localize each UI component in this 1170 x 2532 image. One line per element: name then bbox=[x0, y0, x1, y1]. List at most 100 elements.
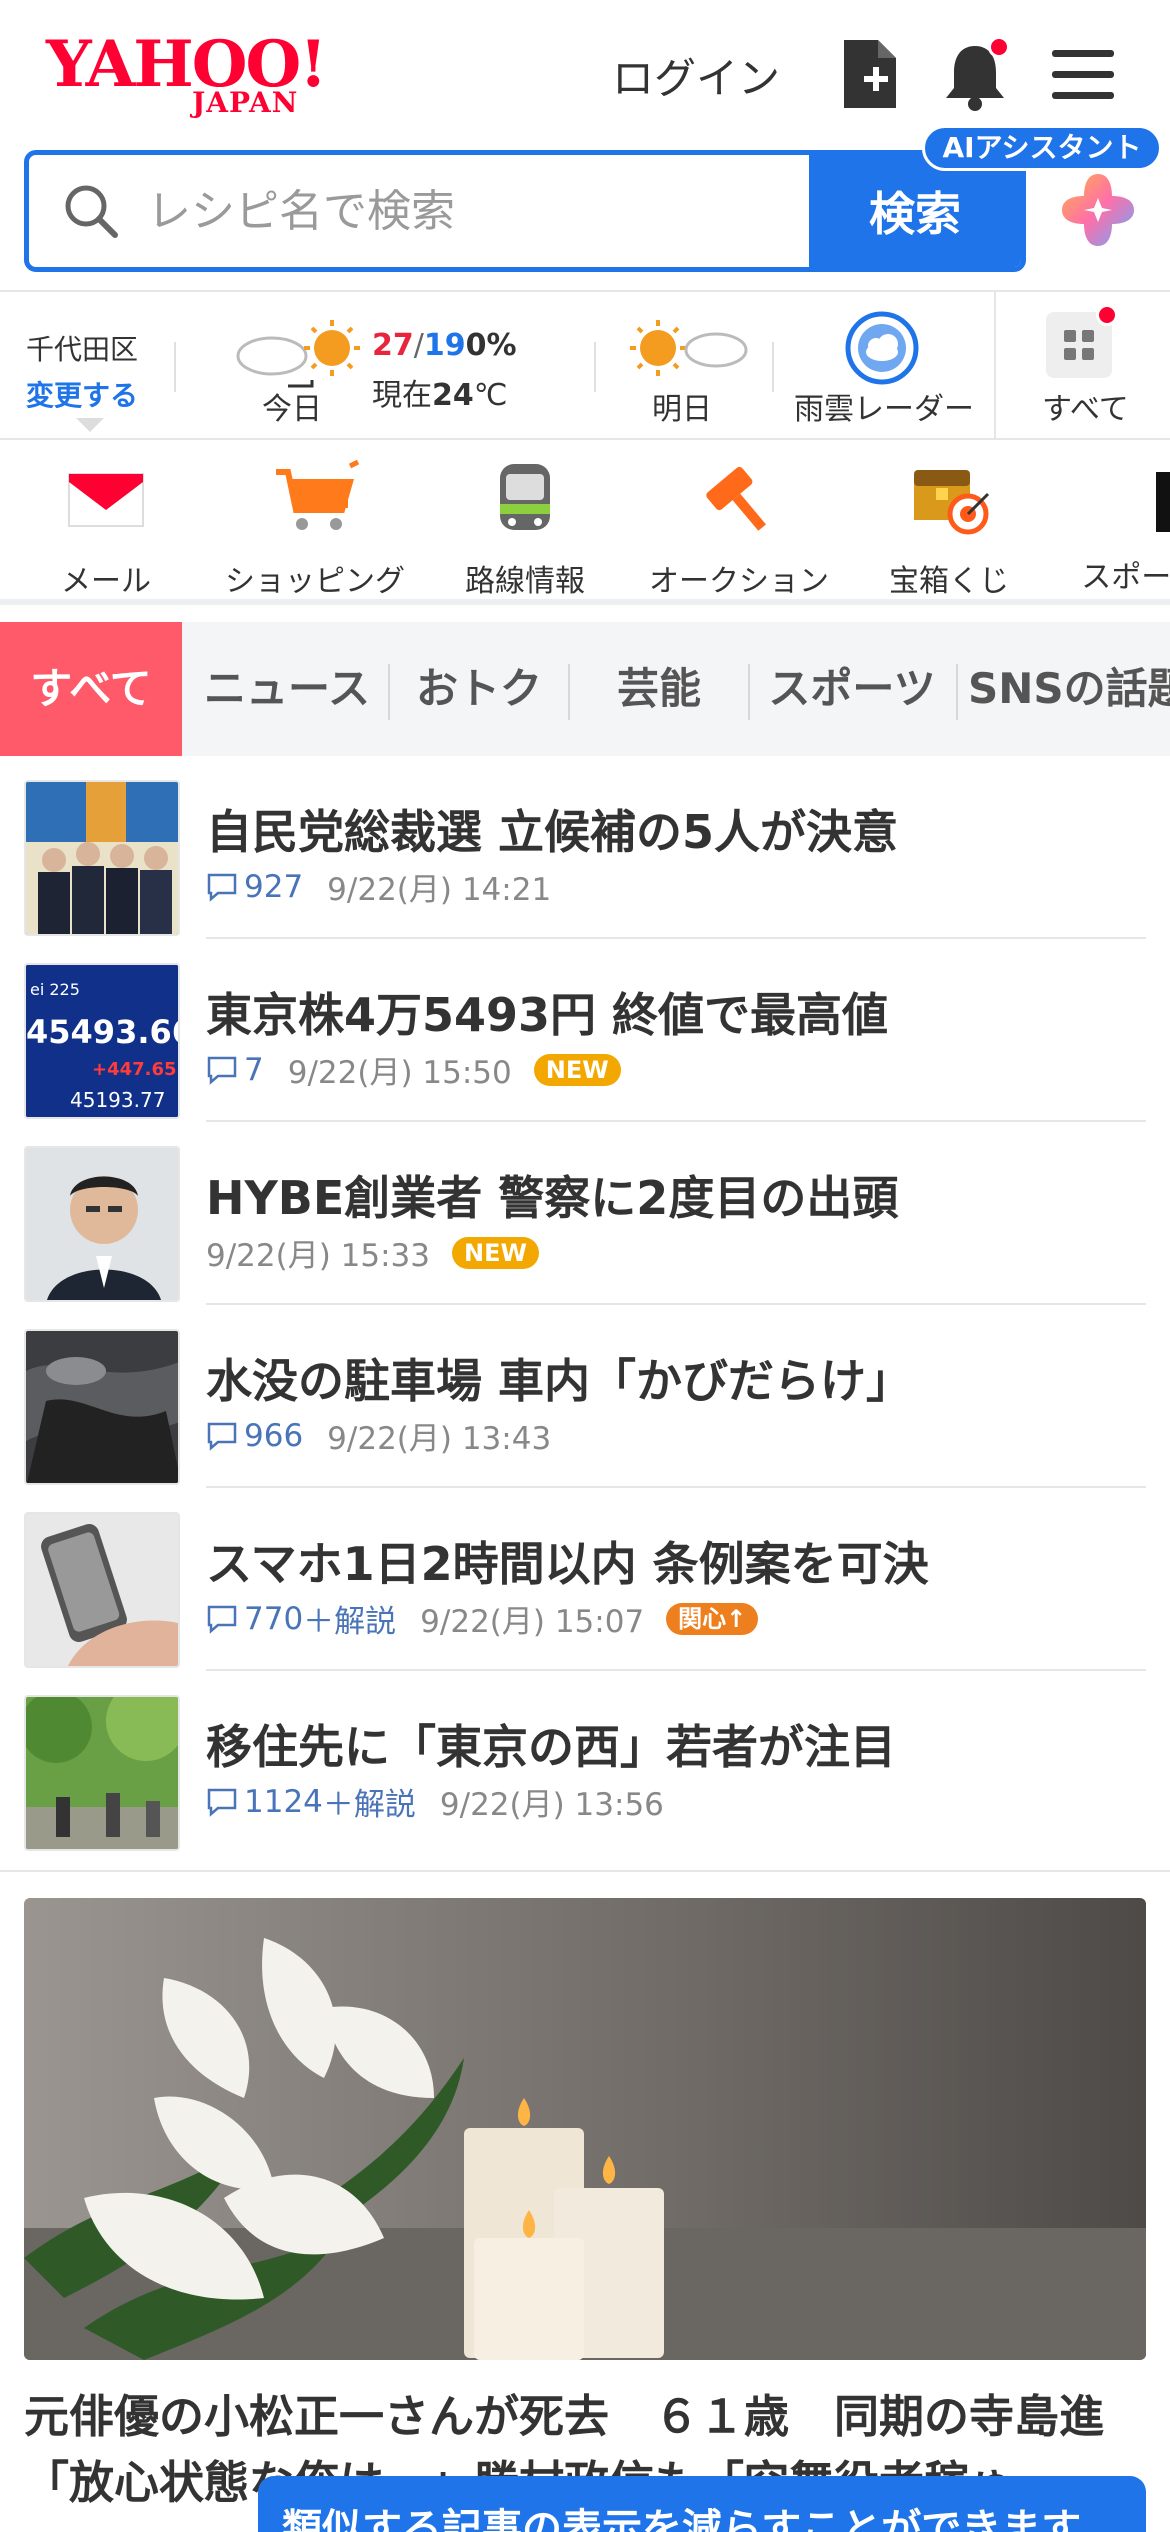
tab-divider bbox=[568, 664, 570, 720]
tab-divider bbox=[956, 664, 958, 720]
news-title[interactable]: スマホ1日2時間以内 条例案を可決 bbox=[206, 1528, 929, 1594]
login-link[interactable]: ログイン bbox=[612, 45, 780, 106]
temp-slash: / bbox=[413, 328, 424, 363]
news-time: 9/22(月) 15:07 bbox=[420, 1604, 645, 1640]
news-item[interactable]: 水没の駐車場 車内「かびだらけ」 966 9/22(月) 13:43 bbox=[0, 1305, 1170, 1488]
yahoo-japan-logo[interactable]: YAHOO! JAPAN bbox=[46, 30, 366, 120]
new-badge: NEW bbox=[533, 1053, 621, 1086]
news-time: 9/22(月) 14:21 bbox=[327, 872, 552, 908]
divider bbox=[772, 342, 774, 392]
tab-sns[interactable]: SNSの話題 bbox=[968, 622, 1170, 756]
current-temp: 現在24℃ bbox=[372, 370, 507, 414]
news-title[interactable]: 水没の駐車場 車内「かびだらけ」 bbox=[206, 1345, 912, 1411]
search-box: 検索 bbox=[24, 150, 1026, 272]
news-item[interactable]: スマホ1日2時間以内 条例案を可決 770 ＋解説 9/22(月) 15:07 … bbox=[0, 1488, 1170, 1671]
service-transit[interactable]: 路線情報 bbox=[460, 460, 590, 599]
notification-dot bbox=[988, 36, 1010, 58]
news-thumbnail bbox=[24, 1695, 180, 1851]
tab-divider bbox=[748, 664, 750, 720]
service-shopping[interactable]: ショッピング bbox=[222, 459, 408, 599]
news-item[interactable]: HYBE創業者 警察に2度目の出頭 9/22(月) 15:33 NEW bbox=[0, 1122, 1170, 1305]
tomorrow-label: 明日 bbox=[652, 392, 712, 427]
cloudy-sunny-icon bbox=[236, 320, 360, 388]
logo-sub-text: JAPAN bbox=[192, 86, 299, 119]
now-temp-unit: ℃ bbox=[473, 378, 508, 413]
comment-count[interactable]: 770 ＋解説 bbox=[206, 1596, 396, 1641]
hamburger-menu-icon[interactable] bbox=[1050, 36, 1120, 112]
explanation-link[interactable]: ＋解説 bbox=[303, 1596, 396, 1641]
comment-icon bbox=[207, 1605, 237, 1634]
bell-icon[interactable] bbox=[940, 36, 1010, 112]
auction-hammer-icon bbox=[706, 466, 766, 531]
news-meta: 9/22(月) 15:33 NEW bbox=[206, 1230, 539, 1275]
new-badge: NEW bbox=[452, 1236, 539, 1269]
interest-rising-badge: 関心↑ bbox=[666, 1602, 759, 1635]
news-title[interactable]: HYBE創業者 警察に2度目の出頭 bbox=[206, 1162, 898, 1228]
comment-icon bbox=[207, 1056, 237, 1085]
location-name: 千代田区 bbox=[26, 333, 139, 366]
service-sports[interactable]: スポーツ bbox=[1066, 460, 1170, 596]
service-auction[interactable]: オークション bbox=[646, 460, 832, 599]
high-temp: 27 bbox=[372, 328, 414, 363]
service-label: オークション bbox=[649, 564, 829, 599]
news-meta: 770 ＋解説 9/22(月) 15:07 関心↑ bbox=[206, 1596, 759, 1641]
comment-count-value: 7 bbox=[244, 1051, 264, 1088]
shopping-cart-icon bbox=[276, 459, 360, 530]
treasure-box-icon bbox=[914, 470, 990, 535]
news-thumbnail bbox=[24, 780, 180, 936]
feature-image[interactable] bbox=[24, 1898, 1146, 2360]
feedback-toast[interactable]: 類似する記事の表示を減らすことができます bbox=[258, 2476, 1146, 2532]
today-temps[interactable]: 27/190% bbox=[372, 328, 517, 363]
divider bbox=[594, 342, 596, 392]
news-item[interactable]: ei 225 45493.66 +447.65 45193.77 東京株4万54… bbox=[0, 939, 1170, 1122]
explanation-link[interactable]: ＋解説 bbox=[323, 1779, 416, 1824]
today-label: 今日 bbox=[262, 392, 322, 427]
location-caret-icon bbox=[76, 418, 104, 432]
divider bbox=[174, 342, 176, 392]
ai-assistant-icon[interactable] bbox=[1056, 168, 1140, 252]
news-title[interactable]: 移住先に「東京の西」若者が注目 bbox=[206, 1711, 896, 1777]
all-services-button[interactable]: すべて bbox=[994, 292, 1170, 440]
news-title[interactable]: 東京株4万5493円 終値で最高値 bbox=[206, 979, 888, 1045]
comment-icon bbox=[207, 1788, 237, 1817]
rain-chance: 0% bbox=[465, 328, 517, 363]
stock-low: 45193.77 bbox=[70, 1088, 165, 1112]
mail-icon bbox=[68, 473, 144, 527]
comment-count[interactable]: 1124 ＋解説 bbox=[206, 1779, 416, 1824]
document-add-icon[interactable] bbox=[838, 36, 908, 112]
service-label: ショッピング bbox=[225, 564, 405, 599]
news-item[interactable]: 移住先に「東京の西」若者が注目 1124 ＋解説 9/22(月) 13:56 bbox=[0, 1671, 1170, 1854]
stock-change: +447.65 bbox=[92, 1059, 177, 1080]
news-meta: 7 9/22(月) 15:50 NEW bbox=[206, 1047, 621, 1092]
tab-sports[interactable]: スポーツ bbox=[754, 622, 950, 756]
ai-assistant-badge[interactable]: AIアシスタント bbox=[922, 125, 1162, 171]
tab-news[interactable]: ニュース bbox=[190, 622, 384, 756]
sports-icon bbox=[1096, 460, 1170, 540]
news-thumbnail bbox=[24, 1329, 180, 1485]
news-title[interactable]: 自民党総裁選 立候補の5人が決意 bbox=[206, 796, 898, 862]
comment-count[interactable]: 966 bbox=[206, 1418, 303, 1454]
tab-entertainment[interactable]: 芸能 bbox=[574, 622, 744, 756]
section-divider bbox=[0, 1870, 1170, 1872]
rain-radar-icon[interactable] bbox=[842, 308, 922, 388]
weather-bar: 千代田区 変更する 今日 27/190% 現在24℃ 明日 雨雲レーダー すべて bbox=[0, 290, 1170, 440]
comment-count[interactable]: 7 bbox=[206, 1052, 264, 1088]
search-input[interactable] bbox=[29, 155, 809, 267]
service-label: スポーツ bbox=[1081, 560, 1170, 595]
service-mail[interactable]: メール bbox=[56, 460, 156, 599]
service-label: 宝箱くじ bbox=[889, 564, 1009, 599]
news-item[interactable]: 自民党総裁選 立候補の5人が決意 927 9/22(月) 14:21 bbox=[0, 756, 1170, 939]
tab-all[interactable]: すべて bbox=[0, 622, 182, 756]
now-temp-value: 24 bbox=[432, 378, 474, 413]
tab-deals[interactable]: おトク bbox=[394, 622, 564, 756]
sunny-cloudy-icon[interactable] bbox=[622, 314, 752, 394]
service-treasure[interactable]: 宝箱くじ bbox=[884, 460, 1014, 599]
low-temp: 19 bbox=[423, 328, 466, 363]
train-icon bbox=[500, 464, 550, 530]
search-button[interactable]: 検索 bbox=[809, 155, 1021, 267]
comment-icon bbox=[207, 873, 237, 902]
comment-count[interactable]: 927 bbox=[206, 869, 303, 905]
location-block[interactable]: 千代田区 変更する bbox=[26, 328, 138, 414]
change-location-link[interactable]: 変更する bbox=[26, 374, 138, 414]
now-prefix: 現在 bbox=[372, 378, 432, 413]
